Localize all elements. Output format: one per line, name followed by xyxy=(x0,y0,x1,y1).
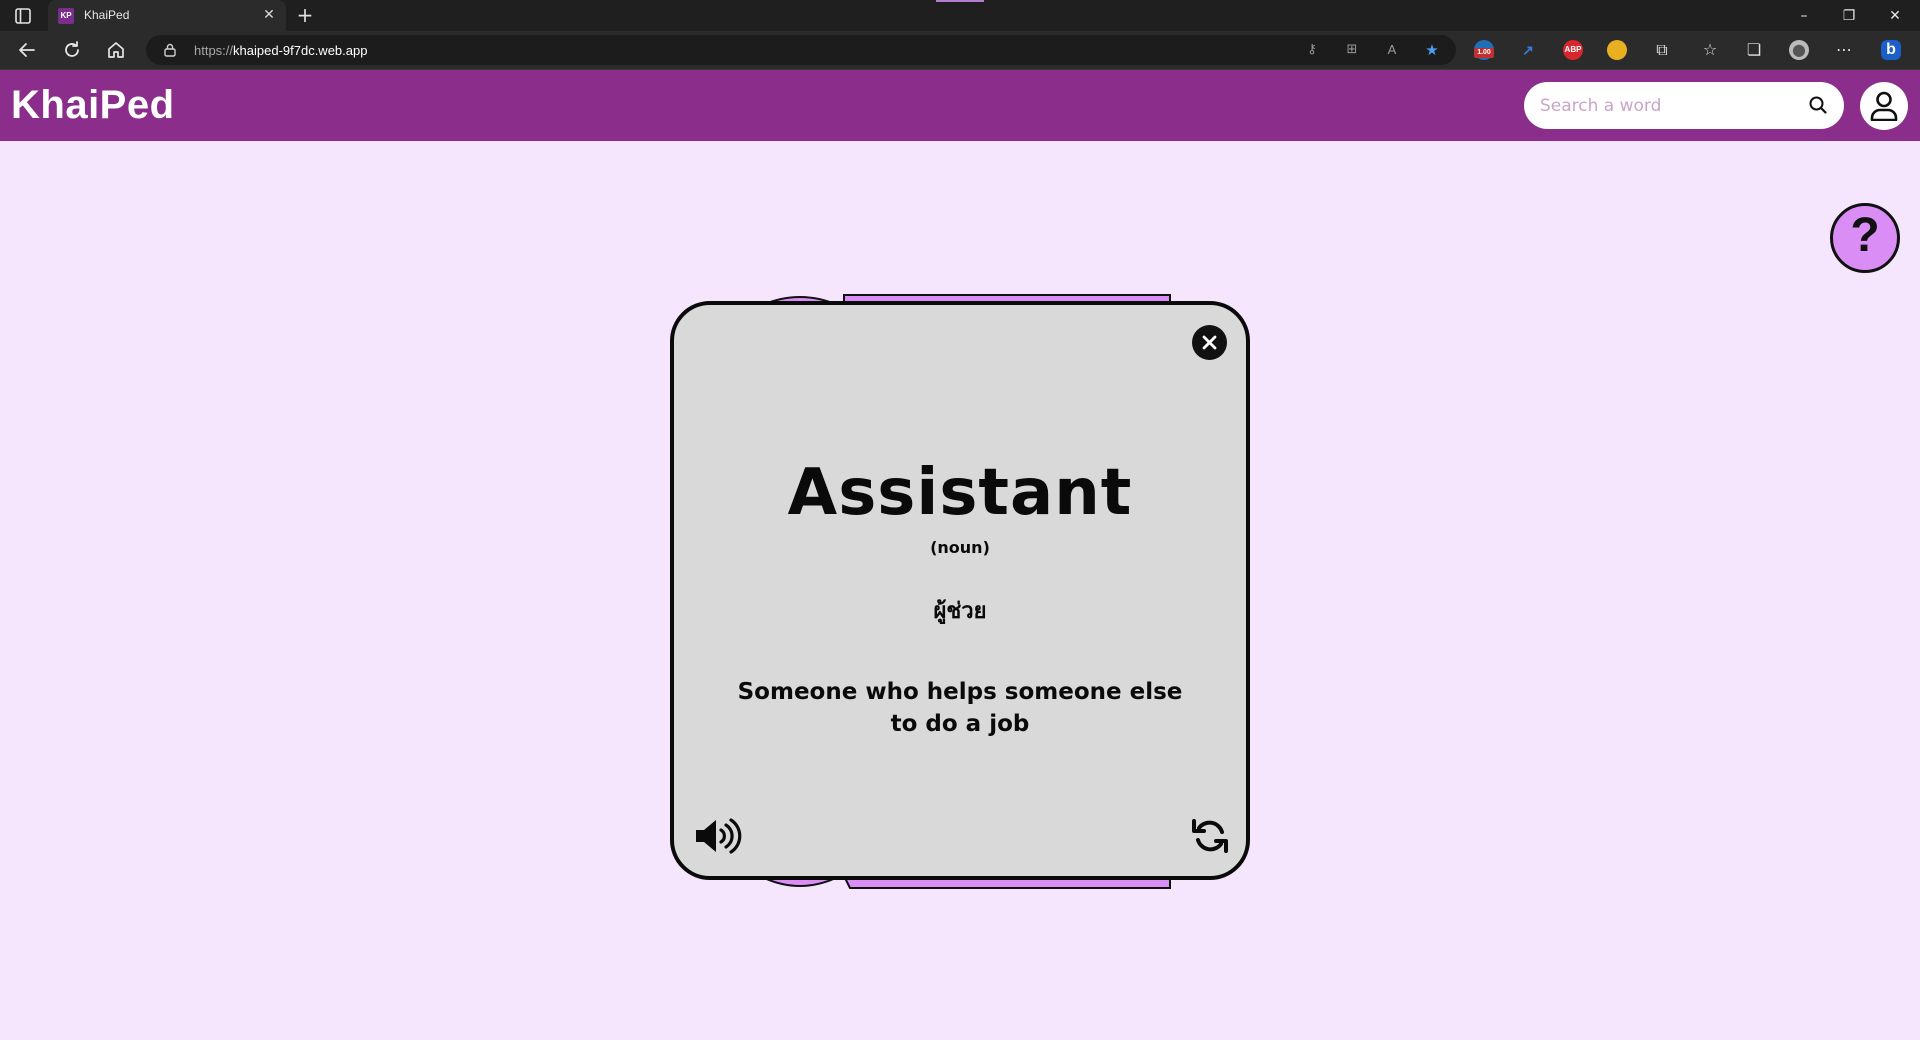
lock-icon[interactable] xyxy=(162,42,178,58)
favicon-icon: KP xyxy=(58,8,74,24)
card-translation: ผู้ช่วย xyxy=(933,599,987,624)
profile-avatar-icon[interactable]: ● xyxy=(1789,40,1809,60)
help-question-icon: ? xyxy=(1850,209,1880,262)
pronounce-button[interactable] xyxy=(694,817,742,855)
restore-icon[interactable]: ❐ xyxy=(1839,6,1859,26)
help-button[interactable]: ? xyxy=(1830,203,1900,273)
browser-tab-active[interactable]: KP KhaiPed ✕ xyxy=(48,0,286,31)
user-icon xyxy=(1870,91,1898,121)
app-available-icon[interactable]: ⊞ xyxy=(1344,42,1360,58)
url-text[interactable]: https://khaiped-9f7dc.web.app xyxy=(194,43,367,58)
window-accent-line xyxy=(936,0,984,2)
app-header: KhaiPed xyxy=(0,70,1920,141)
favorites-icon[interactable]: ☆ xyxy=(1700,40,1720,60)
tab-actions-icon[interactable] xyxy=(14,7,32,25)
flashcard[interactable]: Assistant (noun) ผู้ช่วย Someone who hel… xyxy=(670,301,1250,880)
search-box xyxy=(1524,82,1844,129)
address-bar[interactable]: https://khaiped-9f7dc.web.app ⚷ ⊞ A ★ xyxy=(146,35,1456,65)
refresh-icon[interactable] xyxy=(61,39,83,61)
close-window-icon[interactable]: ✕ xyxy=(1885,6,1905,26)
tab-title: KhaiPed xyxy=(84,8,130,22)
new-tab-icon[interactable]: + xyxy=(296,5,314,25)
more-options-icon[interactable]: ⋯ xyxy=(1834,40,1854,60)
browser-tab-bar: KP KhaiPed ✕ + – ❐ ✕ xyxy=(0,0,1920,31)
translate-extension-icon[interactable]: ↗ xyxy=(1518,40,1538,60)
url-protocol: https:// xyxy=(194,43,234,58)
search-icon[interactable] xyxy=(1808,95,1828,115)
card-definition: Someone who helps someone else to do a j… xyxy=(737,679,1183,737)
card-part-of-speech: (noun) xyxy=(930,538,990,557)
favorite-star-icon[interactable]: ★ xyxy=(1424,42,1440,58)
copilot-icon[interactable]: b xyxy=(1881,40,1901,60)
collections-icon[interactable]: ❏ xyxy=(1744,40,1764,60)
url-host: khaiped-9f7dc.web.app xyxy=(233,43,368,58)
key-icon[interactable]: ⚷ xyxy=(1304,42,1320,58)
adblock-extension-icon[interactable]: ABP xyxy=(1563,40,1583,60)
home-icon[interactable] xyxy=(105,39,127,61)
browser-toolbar: https://khaiped-9f7dc.web.app ⚷ ⊞ A ★ xyxy=(0,31,1920,70)
extensions-puzzle-icon[interactable]: ⧉ xyxy=(1652,40,1672,60)
search-input[interactable] xyxy=(1540,82,1800,129)
honey-extension-icon[interactable] xyxy=(1607,40,1627,60)
brand-logo[interactable]: KhaiPed xyxy=(11,83,175,128)
back-arrow-icon[interactable] xyxy=(16,39,38,61)
close-card-button[interactable] xyxy=(1192,325,1227,360)
speaker-icon xyxy=(696,818,742,854)
minimize-icon[interactable]: – xyxy=(1794,6,1814,26)
card-word: Assistant xyxy=(787,456,1133,530)
flip-card-button[interactable] xyxy=(1191,817,1229,855)
refresh-arrows-icon xyxy=(1192,819,1228,853)
read-aloud-icon[interactable]: A xyxy=(1384,42,1400,58)
account-button[interactable] xyxy=(1860,82,1908,130)
tab-close-icon[interactable]: ✕ xyxy=(262,8,276,22)
close-icon xyxy=(1202,335,1217,350)
extension-badge-text: 1.00 xyxy=(1474,48,1494,58)
extension-badge-icon[interactable]: 1.00 xyxy=(1474,40,1494,60)
